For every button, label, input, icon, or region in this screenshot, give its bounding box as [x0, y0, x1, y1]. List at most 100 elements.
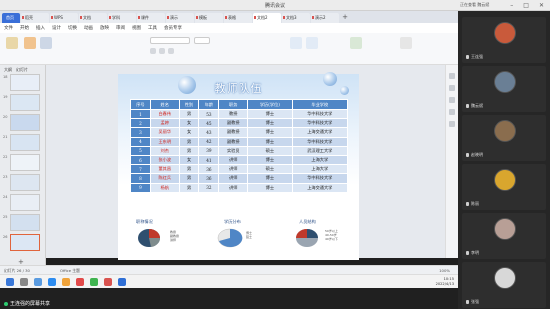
table-row: 8 陈红兵男 36 讲师 博士 华中科技大学: [130, 173, 349, 184]
find-icon[interactable]: [400, 37, 412, 49]
menu-item[interactable]: 开始: [20, 25, 29, 31]
new-tab-button[interactable]: +: [340, 13, 350, 23]
participant-name: 陈丽: [471, 201, 479, 206]
new-slide-icon[interactable]: [24, 37, 36, 49]
maximize-icon[interactable]: □: [523, 2, 529, 9]
tab-document[interactable]: 演示2: [311, 13, 339, 23]
tool-icon[interactable]: [449, 85, 455, 91]
status-bar: 幻灯片 26 / 30 Office 主题 100%: [0, 265, 458, 274]
column-header: 年龄: [198, 99, 220, 110]
sharing-indicator-icon: [4, 301, 8, 306]
participant-name: 王连强: [471, 54, 483, 59]
table-row: 4 王东明男 42 副教授 博士 华中科技大学: [130, 136, 349, 147]
participant-tile[interactable]: 李明: [462, 213, 546, 259]
app-icon[interactable]: [90, 278, 98, 286]
shape-icon[interactable]: [290, 37, 302, 49]
app-icon[interactable]: [34, 278, 42, 286]
participant-tile[interactable]: 陈丽: [462, 164, 546, 210]
system-clock[interactable]: 10:15 2022/4/13: [436, 277, 454, 286]
table-cell-title: 副教授: [218, 136, 249, 147]
menu-item[interactable]: 切换: [68, 25, 77, 31]
bold-icon[interactable]: [150, 48, 156, 54]
tab-document[interactable]: 文档: [79, 13, 107, 23]
font-icon[interactable]: [150, 37, 190, 44]
menu-item[interactable]: 视图: [132, 25, 141, 31]
tab-document[interactable]: 课件: [137, 13, 165, 23]
pie-chart: [138, 229, 161, 247]
table-cell-degree: 博士: [247, 182, 293, 193]
table-cell-age: 53: [198, 108, 220, 120]
tab-home[interactable]: 首页: [2, 13, 20, 23]
chart-title-distribution: 职称情况 教授 副教授 讲师: [136, 219, 206, 257]
app-icon[interactable]: [62, 278, 70, 286]
menu-item[interactable]: 插入: [36, 25, 45, 31]
close-icon[interactable]: ✕: [539, 2, 544, 9]
table-cell-degree: 博士: [247, 136, 293, 147]
menu-item[interactable]: 审阅: [116, 25, 125, 31]
slide-thumbnail[interactable]: [10, 154, 40, 171]
table-cell-school: 上海交通大学: [291, 182, 349, 193]
app-icon[interactable]: [48, 278, 56, 286]
avatar: [494, 71, 516, 93]
layout-icon[interactable]: [40, 37, 52, 49]
slide[interactable]: 教师队伍 序号 姓名 性别 年龄 职务 学历(学位) 毕业学校 1 白春伟男 53 教…: [118, 72, 359, 260]
participant-tile[interactable]: 王连强: [462, 17, 546, 63]
menu-item[interactable]: 设计: [52, 25, 61, 31]
participant-tile[interactable]: 赵晓明: [462, 115, 546, 161]
tool-icon[interactable]: [449, 73, 455, 79]
slide-thumbnail[interactable]: [10, 134, 40, 151]
tab-document[interactable]: 表格: [224, 13, 252, 23]
mic-icon: [466, 55, 469, 59]
slide-thumbnail[interactable]: [10, 194, 40, 211]
participant-tile[interactable]: 魏云斌: [462, 66, 546, 112]
tab-document[interactable]: 文档3: [282, 13, 310, 23]
start-icon[interactable]: [6, 278, 14, 286]
table-cell-no: 1: [130, 108, 151, 120]
tab-slides[interactable]: 幻灯片: [16, 67, 28, 73]
table-cell-degree: 博士: [247, 154, 293, 166]
tab-document[interactable]: 稻壳: [21, 13, 49, 23]
underline-icon[interactable]: [168, 48, 174, 54]
italic-icon[interactable]: [159, 48, 165, 54]
slide-thumbnail[interactable]: [10, 214, 40, 231]
tab-document[interactable]: 文档2: [253, 13, 281, 23]
avatar: [494, 267, 516, 289]
app-icon[interactable]: [76, 278, 84, 286]
tab-document[interactable]: 模板: [195, 13, 223, 23]
zoom-level[interactable]: 100%: [439, 268, 450, 273]
arrange-icon[interactable]: [306, 37, 318, 49]
tab-outline[interactable]: 大纲: [4, 67, 12, 73]
font-size-icon[interactable]: [194, 37, 210, 44]
table-cell-school: 上海大学: [291, 154, 349, 166]
tab-document[interactable]: 学科: [108, 13, 136, 23]
table-cell-age: 36: [198, 173, 220, 184]
menu-item[interactable]: 文件: [4, 25, 13, 31]
menu-item[interactable]: 工具: [148, 25, 157, 31]
tool-icon[interactable]: [449, 121, 455, 127]
slide-thumbnail-selected[interactable]: [10, 234, 40, 251]
slide-thumbnail[interactable]: [10, 74, 40, 91]
menu-item[interactable]: 放映: [100, 25, 109, 31]
participant-tile[interactable]: 张强: [462, 262, 546, 308]
tool-icon[interactable]: [449, 109, 455, 115]
slide-thumbnail[interactable]: [10, 94, 40, 111]
tab-document[interactable]: WPS: [50, 13, 78, 23]
menu-item[interactable]: 动画: [84, 25, 93, 31]
app-icon[interactable]: [118, 278, 126, 286]
tab-document[interactable]: 演示: [166, 13, 194, 23]
menu-item[interactable]: 会员专享: [164, 25, 182, 31]
tool-icon[interactable]: [449, 97, 455, 103]
table-cell-degree: 硕士: [247, 164, 293, 175]
table-cell-title: 讲师: [218, 173, 249, 184]
slide-thumbnail[interactable]: [10, 174, 40, 191]
wps-icon[interactable]: [104, 278, 112, 286]
search-icon[interactable]: [20, 278, 28, 286]
minimize-icon[interactable]: –: [510, 2, 513, 9]
style-icon[interactable]: [350, 37, 362, 49]
paste-icon[interactable]: [6, 37, 18, 49]
table-cell-age: 32: [198, 182, 220, 193]
slide-thumbnail[interactable]: [10, 114, 40, 131]
slide-number: 20: [3, 115, 8, 119]
table-cell-school: 上海大学: [291, 164, 349, 175]
slide-number: 24: [3, 195, 8, 199]
